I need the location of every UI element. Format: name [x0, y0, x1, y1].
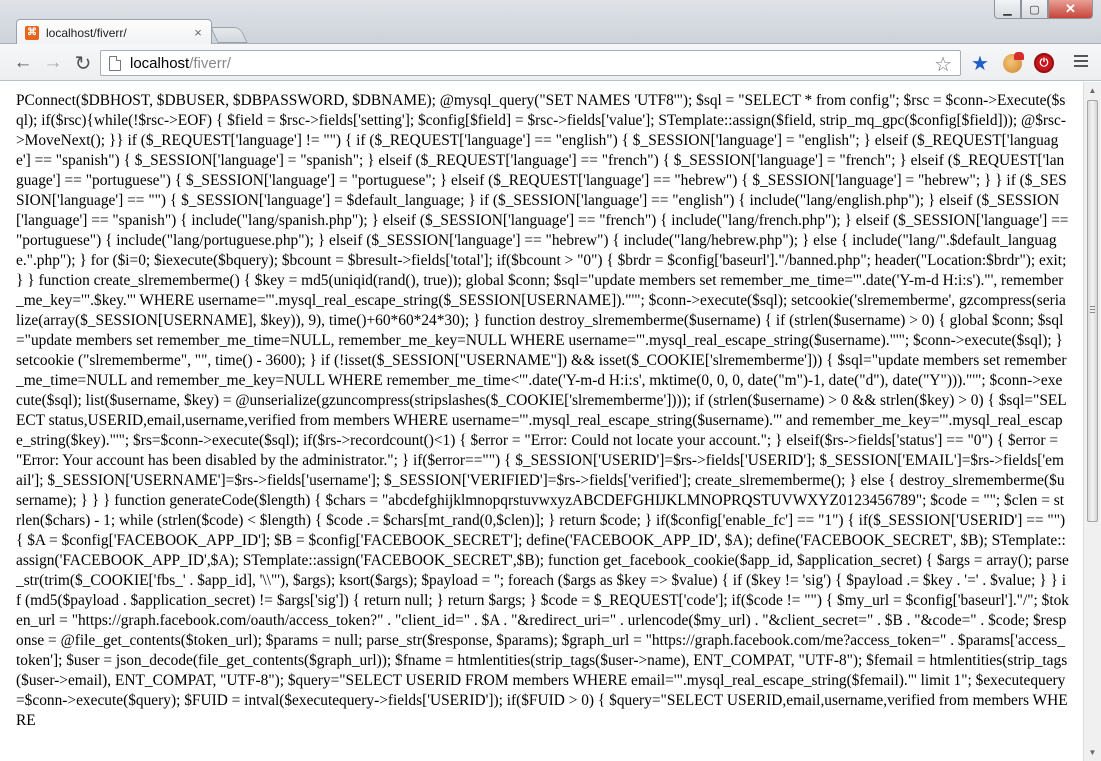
minimize-button[interactable]: ▁ [994, 0, 1021, 19]
extension-star-icon[interactable]: ★ [970, 53, 990, 75]
bookmark-star-icon[interactable]: ☆ [934, 52, 952, 77]
address-bar[interactable]: localhost/fiverr/ ☆ [100, 50, 961, 76]
maximize-button[interactable]: ▢ [1021, 0, 1048, 19]
tab-title: localhost/fiverr/ [46, 25, 127, 40]
scroll-up-arrow-icon[interactable]: ▲ [1084, 83, 1101, 98]
page-content: PConnect($DBHOST, $DBUSER, $DBPASSWORD, … [0, 82, 1083, 761]
url-text: localhost/fiverr/ [130, 55, 231, 72]
extension-cookie-icon[interactable] [1002, 51, 1024, 73]
tab-localhost-fiverr[interactable]: ⌘ localhost/fiverr/ × [16, 19, 212, 45]
back-arrow-icon[interactable]: ← [12, 52, 34, 74]
raw-php-source-text: PConnect($DBHOST, $DBUSER, $DBPASSWORD, … [16, 92, 1070, 729]
url-path: /fiverr/ [189, 54, 231, 72]
reload-icon[interactable]: ↻ [72, 52, 94, 75]
vertical-scrollbar[interactable]: ▲ ▼ [1083, 82, 1101, 761]
extension-adblock-icon[interactable]: ⏻ [1034, 53, 1054, 73]
menu-icon[interactable] [1074, 55, 1088, 70]
page-icon [109, 55, 121, 71]
scroll-down-arrow-icon[interactable]: ▼ [1084, 745, 1101, 760]
tab-close-icon[interactable]: × [191, 25, 205, 40]
window-controls: ▁ ▢ ✕ [994, 0, 1093, 19]
close-window-button[interactable]: ✕ [1048, 0, 1093, 19]
browser-toolbar: ← → ↻ localhost/fiverr/ ☆ ★ ⏻ [0, 44, 1101, 81]
title-bar: ⌘ localhost/fiverr/ × ▁ ▢ ✕ [0, 0, 1101, 45]
url-host: localhost [130, 54, 190, 72]
new-tab-button[interactable] [210, 27, 248, 43]
favicon-icon: ⌘ [25, 25, 39, 40]
forward-arrow-icon[interactable]: → [42, 52, 64, 74]
scrollbar-thumb[interactable] [1087, 100, 1098, 522]
